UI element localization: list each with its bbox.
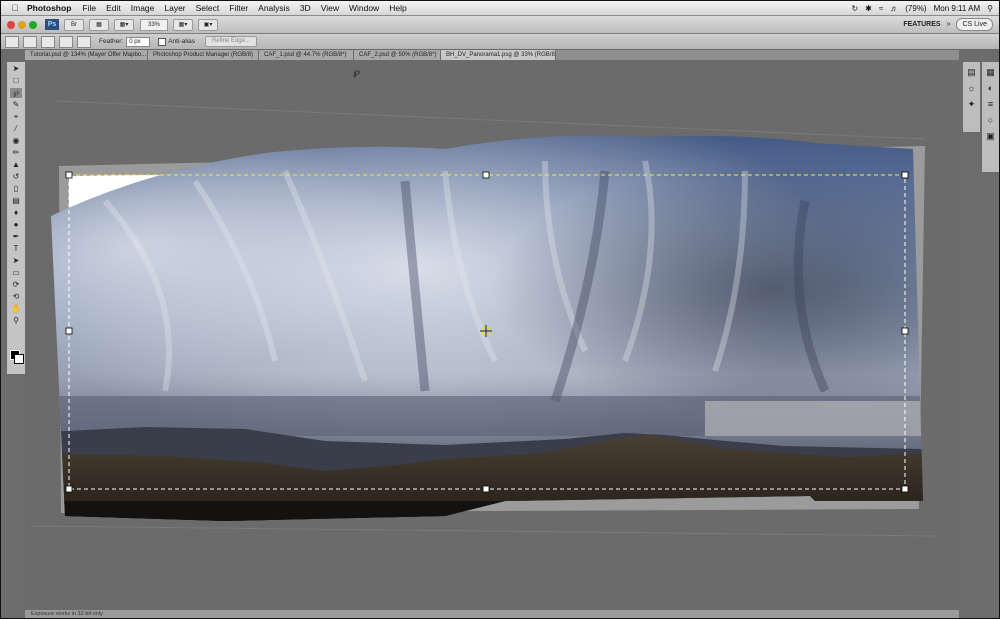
- document-canvas[interactable]: ℘: [25, 61, 959, 609]
- layers-panel-icon[interactable]: ▦: [985, 67, 996, 78]
- workspace-more-icon[interactable]: »: [947, 21, 951, 28]
- zoom-window-button[interactable]: [29, 20, 37, 29]
- menu-image[interactable]: Image: [131, 3, 155, 13]
- view-extras-button[interactable]: ▦▾: [114, 18, 134, 31]
- tab-panorama[interactable]: BH_DV_Panorama1.psg @ 33% (RGB/8): [441, 50, 556, 60]
- masks-panel-icon[interactable]: ▣: [985, 131, 996, 142]
- window-controls: [7, 20, 37, 29]
- pen-tool-icon[interactable]: ✒: [10, 232, 22, 242]
- menu-file[interactable]: File: [82, 3, 96, 13]
- feather-input[interactable]: 0 px: [126, 36, 151, 47]
- type-tool-icon[interactable]: T: [10, 244, 22, 254]
- arrange-documents-button[interactable]: ▦▾: [173, 18, 193, 31]
- workspace-switcher: FEATURES » CS Live: [903, 18, 993, 31]
- menu-clock[interactable]: Mon 9:11 AM: [934, 4, 981, 13]
- adjustments-panel-icon[interactable]: ◐: [985, 83, 996, 94]
- minimize-window-button[interactable]: [18, 20, 26, 29]
- antialias-checkbox[interactable]: [158, 37, 167, 46]
- 3d-camera-tool-icon[interactable]: ⟲: [10, 292, 22, 302]
- eraser-tool-icon[interactable]: ▯: [10, 184, 22, 194]
- history-brush-tool-icon[interactable]: ↺: [10, 172, 22, 182]
- menu-view[interactable]: View: [321, 3, 339, 13]
- tab-tutorial[interactable]: Tutorial.psd @ 134% (Mayer Offer Mapbo..…: [25, 50, 148, 60]
- dodge-tool-icon[interactable]: ●: [10, 220, 22, 230]
- spotlight-search-icon[interactable]: ⚲: [987, 4, 993, 13]
- app-menu[interactable]: Photoshop: [27, 3, 71, 13]
- document-tabs: Tutorial.psd @ 134% (Mayer Offer Mapbo..…: [25, 50, 959, 60]
- zoom-level-select[interactable]: 33%: [140, 18, 168, 31]
- tools-panel: ➤ □ ℘ ✎ ⌖ ⁄ ◉ ✏ ▲ ↺ ▯ ▤ ♦ ● ✒ T ➤ ▭ ⟳ ⟲ …: [6, 61, 26, 375]
- menu-analysis[interactable]: Analysis: [258, 3, 290, 13]
- paths-panel-icon[interactable]: ○: [985, 115, 996, 126]
- brush-tool-icon[interactable]: ✏: [10, 148, 22, 158]
- shape-tool-icon[interactable]: ▭: [10, 268, 22, 278]
- volume-icon[interactable]: ♬: [890, 4, 898, 13]
- crop-tool-icon[interactable]: ⌖: [10, 112, 22, 122]
- status-bar: Exposure works in 32-bit only: [25, 610, 959, 618]
- move-tool-icon[interactable]: ➤: [10, 64, 22, 74]
- photoshop-window:  Photoshop File Edit Image Layer Select…: [0, 0, 1000, 619]
- tool-options-bar: Feather: 0 px Anti-alias Refine Edge...: [1, 34, 999, 50]
- healing-brush-tool-icon[interactable]: ◉: [10, 136, 22, 146]
- cs-live-button[interactable]: CS Live: [956, 18, 993, 31]
- photoshop-logo-icon: Ps: [45, 19, 59, 30]
- background-color-swatch[interactable]: [14, 354, 24, 364]
- channels-panel-icon[interactable]: ≡: [985, 99, 996, 110]
- panel-dock-right: ▦ ◐ ≡ ○ ▣: [981, 61, 999, 173]
- close-window-button[interactable]: [7, 20, 15, 29]
- info-panel-icon[interactable]: ✦: [966, 99, 977, 110]
- screen-mode-button[interactable]: ▣▾: [198, 18, 218, 31]
- menu-filter[interactable]: Filter: [229, 3, 248, 13]
- refine-edge-button[interactable]: Refine Edge...: [204, 36, 257, 47]
- add-to-selection-icon[interactable]: [41, 35, 55, 48]
- tab-caf-1[interactable]: CAF_1.psd @ 44.7% (RGB/8*): [259, 50, 354, 60]
- menu-layer[interactable]: Layer: [164, 3, 185, 13]
- panel-dock-left: ▤ ☼ ✦: [962, 61, 981, 133]
- tool-preset-picker[interactable]: [5, 35, 19, 48]
- battery-status[interactable]: (79%): [905, 4, 926, 13]
- subtract-selection-icon[interactable]: [59, 35, 73, 48]
- menu-3d[interactable]: 3D: [300, 3, 311, 13]
- sync-icon[interactable]: ↻: [851, 4, 858, 13]
- intersect-selection-icon[interactable]: [77, 35, 91, 48]
- application-bar: Ps Br ▦ ▦▾ 33% ▦▾ ▣▾ FEATURES » CS Live: [1, 16, 999, 34]
- menu-help[interactable]: Help: [389, 3, 406, 13]
- lasso-tool-icon[interactable]: ℘: [10, 88, 22, 98]
- hand-tool-icon[interactable]: ✋: [10, 304, 22, 314]
- bluetooth-icon[interactable]: ✱: [865, 4, 872, 13]
- lasso-cursor-icon: ℘: [353, 67, 360, 78]
- menu-window[interactable]: Window: [349, 3, 379, 13]
- canvas-artwork: ℘: [29, 67, 938, 537]
- feather-label: Feather:: [99, 38, 124, 45]
- workspace-features[interactable]: FEATURES: [903, 21, 940, 28]
- launch-bridge-button[interactable]: Br: [64, 18, 84, 31]
- menu-extras: ↻ ✱ ≈ ♬ (79%) Mon 9:11 AM ⚲: [851, 1, 993, 15]
- marquee-tool-icon[interactable]: □: [10, 76, 22, 86]
- tab-caf-2[interactable]: CAF_2.psd @ 50% (RGB/8*): [354, 50, 441, 60]
- tab-product-manager[interactable]: Photoshop Product Manager (RGB/8): [148, 50, 259, 60]
- quick-selection-tool-icon[interactable]: ✎: [10, 100, 22, 110]
- menu-bar:  Photoshop File Edit Image Layer Select…: [1, 1, 999, 16]
- eyedropper-tool-icon[interactable]: ⁄: [10, 124, 22, 134]
- gradient-tool-icon[interactable]: ▤: [10, 196, 22, 206]
- navigator-panel-icon[interactable]: ☼: [966, 83, 977, 94]
- menu-select[interactable]: Select: [196, 3, 220, 13]
- zoom-tool-icon[interactable]: ⚲: [10, 316, 22, 326]
- launch-mini-bridge-button[interactable]: ▦: [89, 18, 109, 31]
- path-selection-tool-icon[interactable]: ➤: [10, 256, 22, 266]
- antialias-label: Anti-alias: [168, 38, 195, 45]
- histogram-panel-icon[interactable]: ▤: [966, 67, 977, 78]
- menu-edit[interactable]: Edit: [106, 3, 121, 13]
- new-selection-icon[interactable]: [23, 35, 37, 48]
- clone-stamp-tool-icon[interactable]: ▲: [10, 160, 22, 170]
- 3d-rotate-tool-icon[interactable]: ⟳: [10, 280, 22, 290]
- wifi-icon[interactable]: ≈: [879, 4, 883, 13]
- apple-menu-icon[interactable]: : [7, 3, 23, 13]
- blur-tool-icon[interactable]: ♦: [10, 208, 22, 218]
